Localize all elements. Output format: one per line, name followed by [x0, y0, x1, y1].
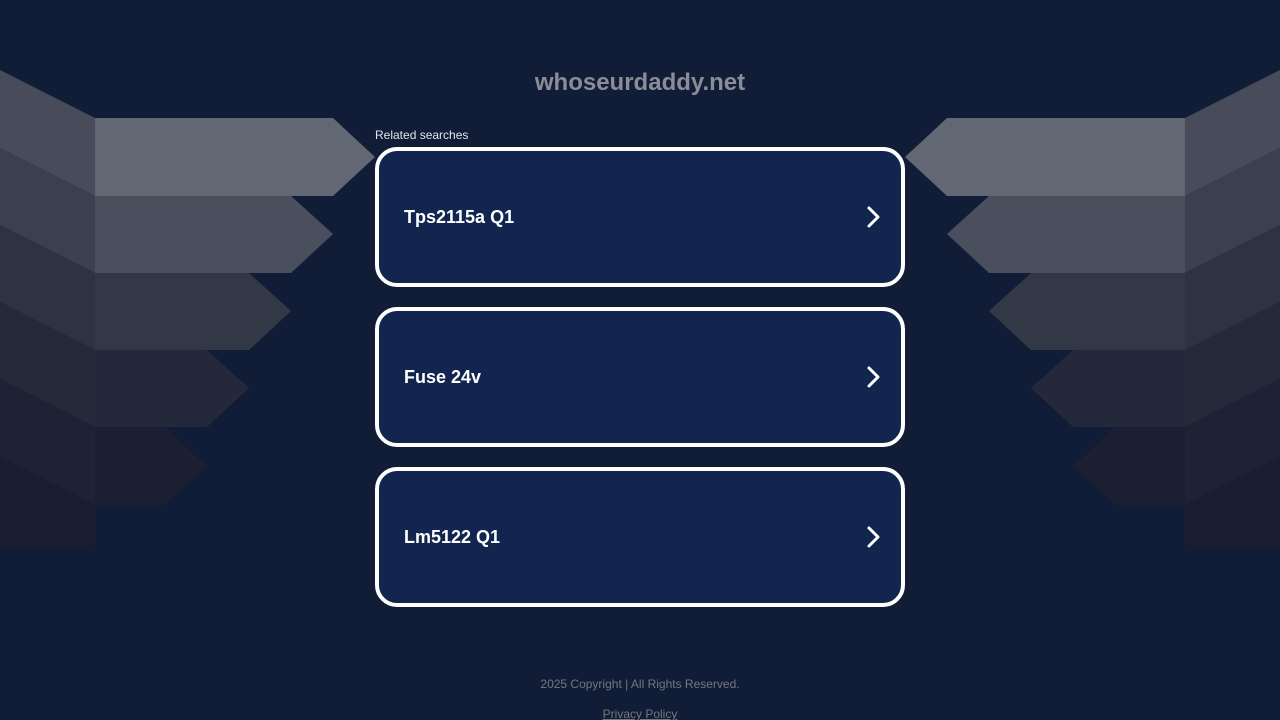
related-search-label: Lm5122 Q1 — [404, 526, 501, 547]
related-searches-label: Related searches — [375, 128, 469, 142]
related-search-link-1[interactable]: Tps2115a Q1 — [375, 147, 905, 287]
footer-copyright: 2025 Copyright | All Rights Reserved. — [540, 677, 740, 691]
related-search-link-2[interactable]: Fuse 24v — [375, 307, 905, 447]
chevron-right-icon — [867, 206, 880, 228]
parking-page: whoseurdaddy.net Related searches Tps211… — [0, 0, 1280, 720]
domain-title: whoseurdaddy.net — [534, 69, 746, 96]
related-searches-list: Tps2115a Q1 Fuse 24v Lm5122 Q1 — [375, 147, 905, 627]
related-search-label: Tps2115a Q1 — [404, 206, 515, 227]
related-search-label: Fuse 24v — [404, 366, 482, 387]
chevron-right-icon — [867, 366, 880, 388]
privacy-policy-link[interactable]: Privacy Policy — [603, 707, 678, 720]
related-search-link-3[interactable]: Lm5122 Q1 — [375, 467, 905, 607]
footer-privacy: Privacy Policy — [0, 706, 1280, 720]
chevron-right-icon — [867, 526, 880, 548]
